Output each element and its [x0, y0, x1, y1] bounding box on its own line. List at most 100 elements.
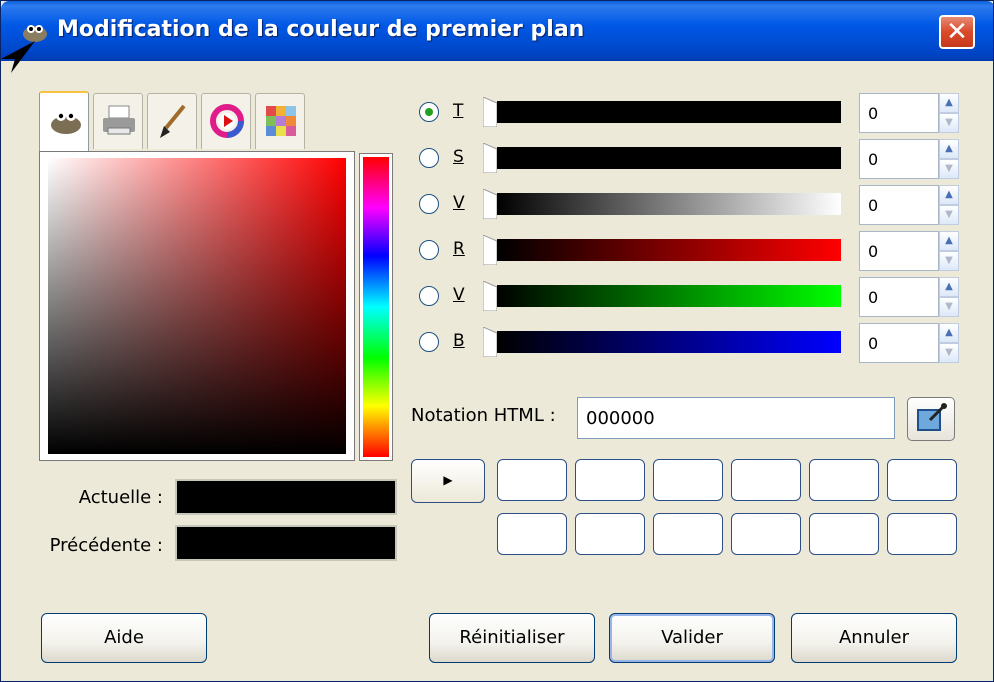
- eyedropper-button[interactable]: [907, 397, 955, 441]
- channel-spinbox[interactable]: 0 ▲ ▼: [859, 231, 959, 271]
- color-history-slot[interactable]: [497, 513, 567, 555]
- channel-radio[interactable]: [419, 286, 439, 306]
- spin-down-icon[interactable]: ▼: [939, 251, 959, 271]
- titlebar[interactable]: Modification de la couleur de premier pl…: [1, 1, 993, 61]
- tab-color-wheel[interactable]: [201, 93, 251, 149]
- slider-thumb[interactable]: [483, 189, 497, 219]
- channel-label: T: [453, 101, 464, 121]
- slider-track[interactable]: [497, 101, 841, 123]
- cancel-button[interactable]: Annuler: [791, 613, 957, 663]
- channel-label: B: [453, 331, 465, 351]
- channel-value[interactable]: 0: [859, 93, 939, 133]
- channel-radio[interactable]: [419, 148, 439, 168]
- slider-thumb[interactable]: [483, 281, 497, 311]
- channel-spinbox[interactable]: 0 ▲ ▼: [859, 323, 959, 363]
- channel-value[interactable]: 0: [859, 277, 939, 317]
- slider-thumb[interactable]: [483, 97, 497, 127]
- channel-radio[interactable]: [419, 332, 439, 352]
- channel-label: R: [453, 239, 465, 259]
- saturation-value-field[interactable]: [39, 151, 355, 461]
- spin-down-icon[interactable]: ▼: [939, 205, 959, 225]
- color-history-slot[interactable]: [731, 459, 801, 501]
- color-history-slot[interactable]: [653, 513, 723, 555]
- previous-color-swatch[interactable]: [175, 525, 397, 561]
- slider-track[interactable]: [497, 193, 841, 215]
- channel-radio[interactable]: [419, 240, 439, 260]
- channel-radio[interactable]: [419, 194, 439, 214]
- printer-cmyk-icon: [103, 105, 135, 135]
- channel-row: S 0 ▲ ▼: [419, 139, 959, 179]
- channel-slider[interactable]: [483, 327, 843, 357]
- spin-down-icon[interactable]: ▼: [939, 297, 959, 317]
- spin-up-icon[interactable]: ▲: [939, 277, 959, 297]
- color-history-slot[interactable]: [887, 513, 957, 555]
- color-history-slot[interactable]: [575, 513, 645, 555]
- eyedropper-icon: [917, 403, 947, 431]
- help-button[interactable]: Aide: [41, 613, 207, 663]
- saturation-value-gradient[interactable]: [48, 158, 346, 454]
- channel-slider[interactable]: [483, 235, 843, 265]
- channel-value[interactable]: 0: [859, 323, 939, 363]
- close-button[interactable]: ✕: [939, 15, 975, 49]
- color-wheel-icon: [210, 104, 244, 138]
- gimp-selector-icon: [51, 111, 81, 134]
- slider-track[interactable]: [497, 239, 841, 261]
- channel-spinbox[interactable]: 0 ▲ ▼: [859, 139, 959, 179]
- color-history-slot[interactable]: [497, 459, 567, 501]
- slider-track[interactable]: [497, 331, 841, 353]
- slider-track[interactable]: [497, 147, 841, 169]
- play-arrow-icon: ▶: [443, 473, 453, 487]
- spin-up-icon[interactable]: ▲: [939, 93, 959, 113]
- channel-row: V 0 ▲ ▼: [419, 277, 959, 317]
- channel-row: V 0 ▲ ▼: [419, 185, 959, 225]
- tab-watercolor[interactable]: [147, 93, 197, 149]
- slider-thumb[interactable]: [483, 235, 497, 265]
- color-history-slot[interactable]: [575, 459, 645, 501]
- paintbrush-watercolor-icon: [160, 104, 186, 138]
- channel-row: B 0 ▲ ▼: [419, 323, 959, 363]
- slider-track[interactable]: [497, 285, 841, 307]
- channel-label: V: [453, 285, 465, 305]
- palette-icon: [266, 106, 296, 136]
- hue-gradient[interactable]: [363, 157, 389, 457]
- channel-value[interactable]: 0: [859, 231, 939, 271]
- channel-value[interactable]: 0: [859, 139, 939, 179]
- history-add-button[interactable]: ▶: [411, 459, 485, 503]
- channel-slider[interactable]: [483, 143, 843, 173]
- channel-value[interactable]: 0: [859, 185, 939, 225]
- spin-up-icon[interactable]: ▲: [939, 139, 959, 159]
- hue-strip[interactable]: [359, 153, 393, 461]
- channel-slider[interactable]: [483, 97, 843, 127]
- spin-up-icon[interactable]: ▲: [939, 323, 959, 343]
- tab-cmyk[interactable]: [93, 93, 143, 149]
- previous-color-label: Précédente :: [49, 535, 163, 556]
- spin-down-icon[interactable]: ▼: [939, 343, 959, 363]
- slider-thumb[interactable]: [483, 143, 497, 173]
- html-notation-label: Notation HTML :: [411, 405, 556, 426]
- channel-radio[interactable]: [419, 102, 439, 122]
- color-history-slot[interactable]: [809, 513, 879, 555]
- channel-slider[interactable]: [483, 281, 843, 311]
- tab-gimp-selector[interactable]: [39, 91, 89, 151]
- spin-down-icon[interactable]: ▼: [939, 159, 959, 179]
- html-notation-input[interactable]: 000000: [577, 397, 895, 439]
- tab-palette[interactable]: [255, 93, 305, 149]
- reset-button[interactable]: Réinitialiser: [429, 613, 595, 663]
- spin-down-icon[interactable]: ▼: [939, 113, 959, 133]
- channel-spinbox[interactable]: 0 ▲ ▼: [859, 93, 959, 133]
- spin-up-icon[interactable]: ▲: [939, 231, 959, 251]
- ok-button[interactable]: Valider: [609, 613, 775, 663]
- channel-spinbox[interactable]: 0 ▲ ▼: [859, 185, 959, 225]
- spin-up-icon[interactable]: ▲: [939, 185, 959, 205]
- channel-row: T 0 ▲ ▼: [419, 93, 959, 133]
- channel-label: V: [453, 193, 465, 213]
- channel-spinbox[interactable]: 0 ▲ ▼: [859, 277, 959, 317]
- current-color-label: Actuelle :: [78, 487, 163, 508]
- channel-slider[interactable]: [483, 189, 843, 219]
- color-history-slot[interactable]: [731, 513, 801, 555]
- color-history-slot[interactable]: [653, 459, 723, 501]
- color-dialog-window: Modification de la couleur de premier pl…: [0, 0, 994, 682]
- color-history-slot[interactable]: [809, 459, 879, 501]
- color-history-slot[interactable]: [887, 459, 957, 501]
- slider-thumb[interactable]: [483, 327, 497, 357]
